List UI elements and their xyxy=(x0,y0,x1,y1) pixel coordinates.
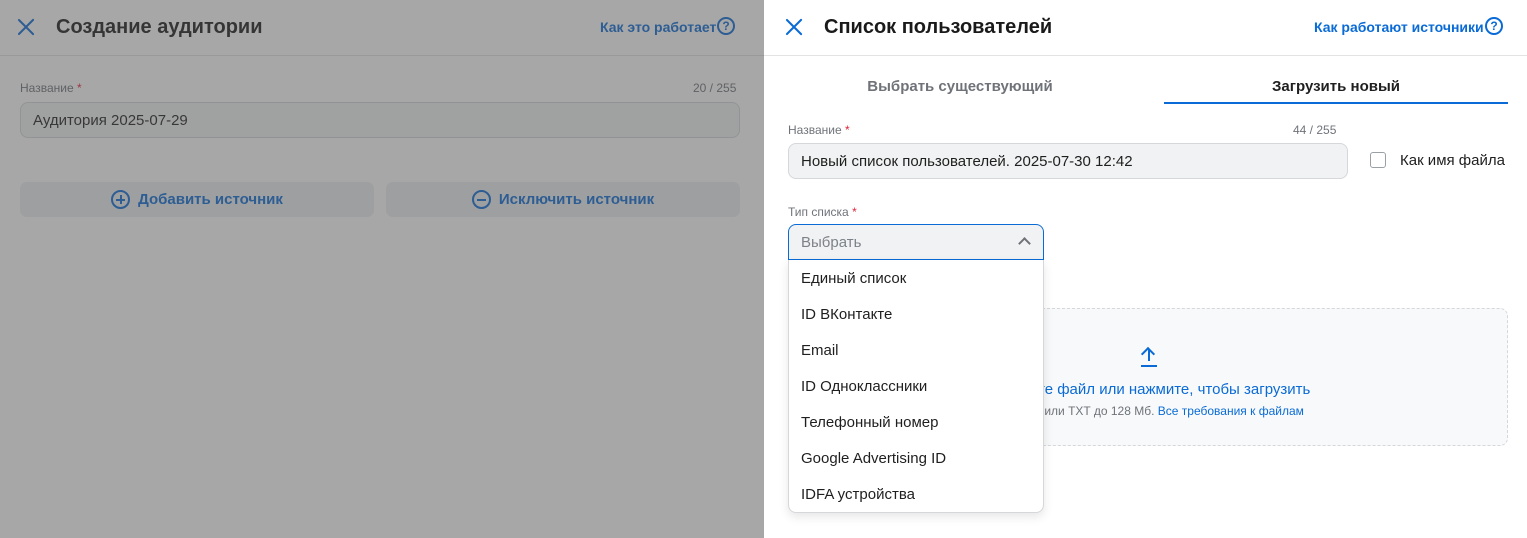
option-ok-id[interactable]: ID Одноклассники xyxy=(801,378,927,395)
option-vk-id[interactable]: ID ВКонтакте xyxy=(801,306,892,323)
audience-name-input[interactable]: Аудитория 2025-07-29 xyxy=(20,102,740,138)
upload-icon[interactable] xyxy=(1139,346,1159,368)
name-field-label: Название * xyxy=(20,81,82,95)
user-list-drawer: Список пользователей Как работают источн… xyxy=(764,0,1527,538)
tab-upload-new[interactable]: Загрузить новый xyxy=(1164,72,1508,104)
how-sources-work-link[interactable]: Как работают источники xyxy=(1314,19,1484,35)
dropzone-sub-text: V или TXT до 128 Мб. Все требования к фа… xyxy=(1033,404,1304,418)
option-email[interactable]: Email xyxy=(801,342,839,359)
how-it-works-link[interactable]: Как это работает xyxy=(600,19,716,35)
option-gaid[interactable]: Google Advertising ID xyxy=(801,450,946,467)
option-idfa[interactable]: IDFA устройства xyxy=(801,486,915,503)
option-single-list[interactable]: Единый список xyxy=(801,270,906,287)
dropzone-main-text[interactable]: те файл или нажмите, чтобы загрузить xyxy=(1038,381,1310,398)
tab-select-existing[interactable]: Выбрать существующий xyxy=(788,72,1132,104)
file-dropzone[interactable] xyxy=(1024,308,1508,446)
audience-creation-panel: Создание аудитории Как это работает ? На… xyxy=(0,0,764,538)
list-type-select[interactable]: Выбрать xyxy=(788,224,1044,260)
name-char-counter: 20 / 255 xyxy=(693,81,737,95)
add-source-button[interactable]: Добавить источник xyxy=(20,182,374,217)
filename-checkbox-label[interactable]: Как имя файла xyxy=(1400,152,1505,169)
minus-circle-icon xyxy=(471,190,491,209)
list-type-dropdown: Единый список ID ВКонтакте Email ID Одно… xyxy=(788,260,1044,513)
close-drawer-icon[interactable] xyxy=(784,17,804,37)
audience-header: Создание аудитории Как это работает ? xyxy=(0,0,764,56)
question-icon[interactable]: ? xyxy=(717,17,735,35)
list-name-label: Название * xyxy=(788,123,850,137)
page-title: Создание аудитории xyxy=(56,16,263,38)
file-requirements-link[interactable]: Все требования к файлам xyxy=(1158,404,1304,418)
list-name-input[interactable]: Новый список пользователей. 2025-07-30 1… xyxy=(788,143,1348,179)
chevron-up-icon xyxy=(1018,237,1031,250)
question-icon[interactable]: ? xyxy=(1485,17,1503,35)
filename-checkbox[interactable] xyxy=(1370,152,1386,168)
close-icon[interactable] xyxy=(16,17,36,37)
option-phone[interactable]: Телефонный номер xyxy=(801,414,938,431)
plus-circle-icon xyxy=(111,190,131,209)
drawer-header: Список пользователей Как работают источн… xyxy=(764,0,1527,56)
drawer-title: Список пользователей xyxy=(824,16,1053,38)
list-type-label: Тип списка * xyxy=(788,205,857,219)
exclude-source-button[interactable]: Исключить источник xyxy=(386,182,740,217)
list-name-counter: 44 / 255 xyxy=(1293,123,1337,137)
